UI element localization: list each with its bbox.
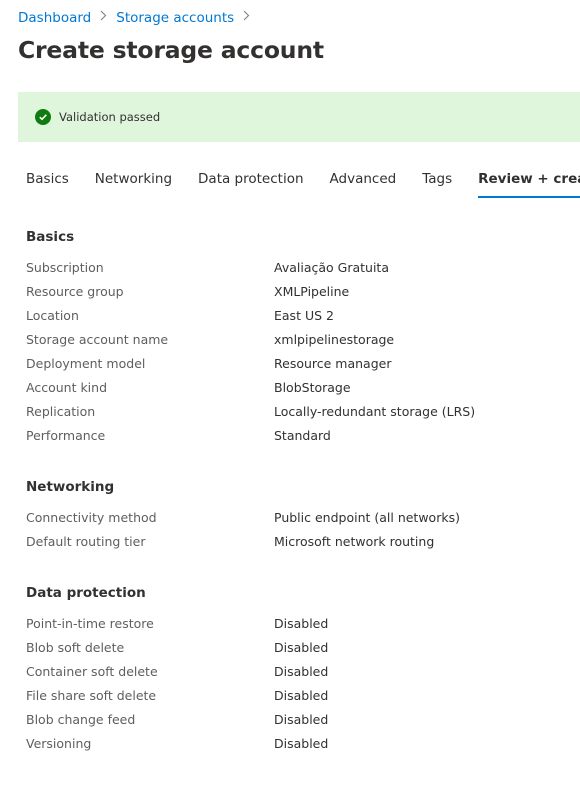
tab-advanced[interactable]: Advanced <box>330 171 397 198</box>
tab-review-create[interactable]: Review + create <box>478 171 580 198</box>
check-circle-icon <box>35 109 51 125</box>
row-label: Replication <box>26 404 96 419</box>
row-value: Public endpoint (all networks) <box>274 510 460 525</box>
row-value: Resource manager <box>274 356 392 371</box>
breadcrumb-dashboard-link[interactable]: Dashboard <box>18 10 91 26</box>
summary-row: Replication Locally-redundant storage (L… <box>26 404 556 424</box>
row-value: Disabled <box>274 664 329 679</box>
row-label: Location <box>26 308 79 323</box>
section-heading-data-protection: Data protection <box>26 585 146 601</box>
row-label: Point-in-time restore <box>26 616 154 631</box>
summary-row: Deployment model Resource manager <box>26 356 556 376</box>
row-value: Disabled <box>274 736 329 751</box>
row-label: Blob soft delete <box>26 640 125 655</box>
section-heading-networking: Networking <box>26 479 115 495</box>
row-value: Avaliação Gratuita <box>274 260 389 275</box>
summary-row: Resource group XMLPipeline <box>26 284 556 304</box>
row-label: Subscription <box>26 260 104 275</box>
row-label: Account kind <box>26 380 108 395</box>
summary-row: Default routing tier Microsoft network r… <box>26 534 556 554</box>
validation-banner: Validation passed <box>18 92 580 142</box>
wizard-tabs: Basics Networking Data protection Advanc… <box>26 171 580 199</box>
summary-row: Account kind BlobStorage <box>26 380 556 400</box>
summary-row: File share soft delete Disabled <box>26 688 556 708</box>
row-label: Default routing tier <box>26 534 146 549</box>
row-label: File share soft delete <box>26 688 157 703</box>
tab-basics[interactable]: Basics <box>26 171 69 198</box>
summary-row: Versioning Disabled <box>26 736 556 756</box>
row-value: Standard <box>274 428 331 443</box>
summary-row: Location East US 2 <box>26 308 556 328</box>
summary-row: Subscription Avaliação Gratuita <box>26 260 556 280</box>
section-heading-basics: Basics <box>26 229 75 245</box>
row-label: Versioning <box>26 736 92 751</box>
row-value: Disabled <box>274 712 329 727</box>
summary-row: Container soft delete Disabled <box>26 664 556 684</box>
row-label: Performance <box>26 428 106 443</box>
summary-row: Blob change feed Disabled <box>26 712 556 732</box>
row-value: Microsoft network routing <box>274 534 435 549</box>
summary-row: Connectivity method Public endpoint (all… <box>26 510 556 530</box>
row-label: Blob change feed <box>26 712 136 727</box>
chevron-right-icon <box>243 10 250 24</box>
summary-row: Point-in-time restore Disabled <box>26 616 556 636</box>
row-value: Disabled <box>274 688 329 703</box>
breadcrumb: Dashboard Storage accounts <box>18 10 259 26</box>
row-value: Locally-redundant storage (LRS) <box>274 404 476 419</box>
breadcrumb-storage-accounts-link[interactable]: Storage accounts <box>116 10 234 26</box>
row-label: Storage account name <box>26 332 169 347</box>
summary-row: Storage account name xmlpipelinestorage <box>26 332 556 352</box>
create-storage-account-page: Dashboard Storage accounts Create storag… <box>0 0 580 787</box>
row-label: Container soft delete <box>26 664 158 679</box>
tab-networking[interactable]: Networking <box>95 171 172 198</box>
row-value: Disabled <box>274 640 329 655</box>
row-label: Connectivity method <box>26 510 157 525</box>
row-value: xmlpipelinestorage <box>274 332 395 347</box>
chevron-right-icon <box>100 10 107 24</box>
row-value: BlobStorage <box>274 380 351 395</box>
validation-message: Validation passed <box>59 110 161 124</box>
row-value: Disabled <box>274 616 329 631</box>
summary-row: Performance Standard <box>26 428 556 448</box>
summary-row: Blob soft delete Disabled <box>26 640 556 660</box>
tab-tags[interactable]: Tags <box>422 171 452 198</box>
row-value: XMLPipeline <box>274 284 350 299</box>
page-title: Create storage account <box>18 36 324 64</box>
row-value: East US 2 <box>274 308 334 323</box>
tab-data-protection[interactable]: Data protection <box>198 171 304 198</box>
row-label: Resource group <box>26 284 124 299</box>
row-label: Deployment model <box>26 356 146 371</box>
